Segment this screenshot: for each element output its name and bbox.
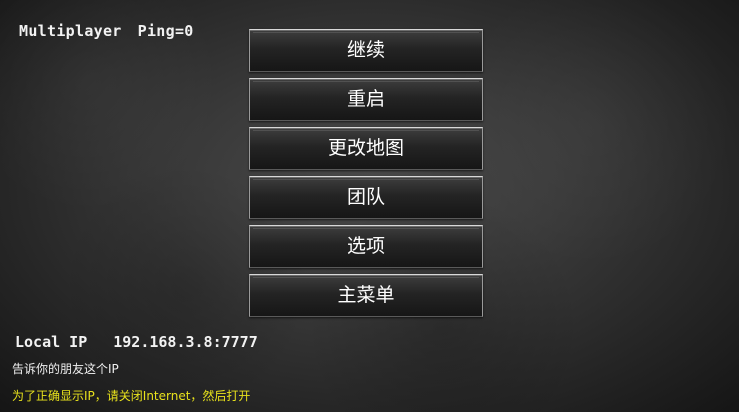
team-button[interactable]: 团队 [249, 176, 483, 219]
share-ip-hint: 告诉你的朋友这个IP [12, 362, 119, 376]
change-map-button[interactable]: 更改地图 [249, 127, 483, 170]
local-ip-row: Local IP 192.168.3.8:7777 [15, 333, 258, 351]
multiplayer-status: Multiplayer Ping=0 [19, 22, 194, 40]
options-button[interactable]: 选项 [249, 225, 483, 268]
mode-label: Multiplayer [19, 22, 122, 40]
restart-button[interactable]: 重启 [249, 78, 483, 121]
pause-menu: 继续 重启 更改地图 团队 选项 主菜单 [249, 29, 483, 323]
continue-button[interactable]: 继续 [249, 29, 483, 72]
internet-warning: 为了正确显示IP，请关闭Internet，然后打开 [12, 389, 251, 403]
ping-label: Ping=0 [137, 22, 194, 40]
local-ip-label: Local IP [15, 333, 88, 351]
main-menu-button[interactable]: 主菜单 [249, 274, 483, 317]
local-ip-value: 192.168.3.8:7777 [113, 333, 258, 351]
pause-menu-screen: Multiplayer Ping=0 继续 重启 更改地图 团队 选项 主菜单 L… [0, 0, 739, 412]
